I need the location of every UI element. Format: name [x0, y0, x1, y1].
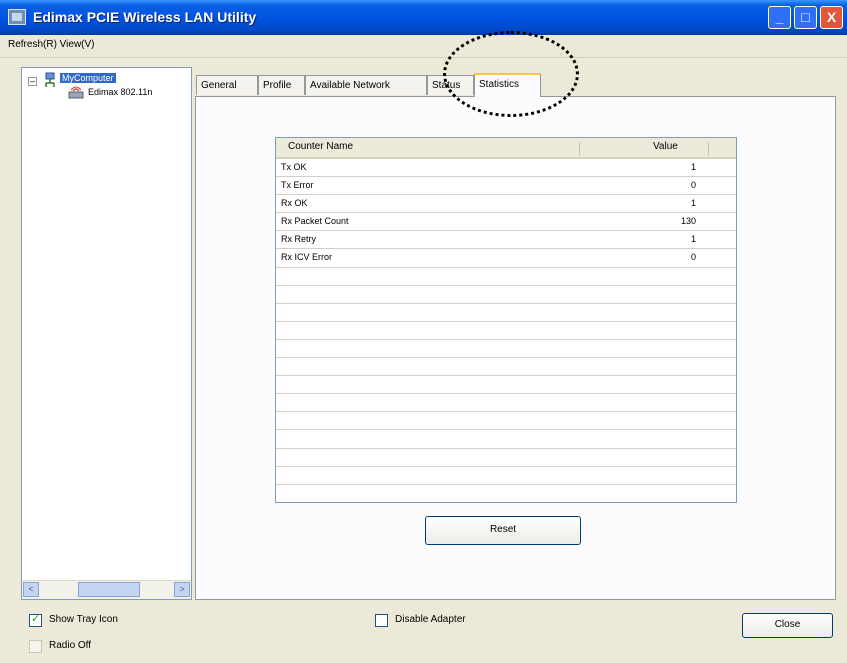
- column-divider[interactable]: [579, 142, 580, 155]
- tab-highlight-callout: [443, 31, 579, 117]
- menu-bar: Refresh(R) View(V): [0, 35, 847, 58]
- counter-name-cell: Rx ICV Error: [281, 252, 333, 263]
- table-row[interactable]: Rx ICV Error 0: [276, 249, 736, 268]
- table-row[interactable]: [276, 376, 736, 395]
- table-row[interactable]: [276, 430, 736, 449]
- counter-name-cell: Rx Retry: [281, 234, 317, 245]
- reset-button[interactable]: Reset: [425, 516, 581, 545]
- table-header: Counter Name Value: [276, 138, 736, 159]
- counter-name-cell: Tx Error: [281, 180, 314, 191]
- table-body: Tx OK 1 Tx Error 0 Rx OK 1 Rx Packet Count 130 R…: [276, 159, 736, 502]
- counter-value-cell: 1: [690, 162, 696, 172]
- table-row[interactable]: [276, 304, 736, 322]
- counter-value-cell: 0: [690, 252, 696, 263]
- close-button[interactable]: Close: [742, 613, 833, 638]
- scroll-right-button[interactable]: >: [174, 582, 190, 597]
- computer-network-icon: [45, 72, 55, 87]
- column-header-value[interactable]: Value: [653, 141, 678, 152]
- table-row[interactable]: [276, 467, 736, 485]
- table-row[interactable]: [276, 268, 736, 286]
- statistics-table[interactable]: Counter Name Value Tx OK 1 Tx Error 0 Rx OK 1…: [275, 137, 737, 503]
- table-row[interactable]: Rx OK 1: [276, 195, 736, 214]
- counter-value-cell: 130: [680, 216, 696, 227]
- table-row[interactable]: Tx OK 1: [276, 159, 736, 178]
- table-row[interactable]: [276, 412, 736, 431]
- tab-available-network[interactable]: Available Network: [305, 75, 427, 95]
- table-row[interactable]: [276, 286, 736, 304]
- minimize-button[interactable]: _: [768, 6, 791, 29]
- tab-general[interactable]: General: [196, 75, 258, 95]
- table-row[interactable]: [276, 485, 736, 502]
- column-header-counter-name[interactable]: Counter Name: [288, 141, 353, 152]
- title-bar[interactable]: Edimax PCIE Wireless LAN Utility _ □ X: [0, 0, 847, 35]
- show-tray-icon-label: Show Tray Icon: [49, 614, 118, 625]
- scroll-left-button[interactable]: <: [23, 582, 39, 597]
- tree-collapse-toggle[interactable]: –: [28, 77, 37, 86]
- table-row[interactable]: Rx Retry 1: [276, 231, 736, 250]
- tree-node-mycomputer[interactable]: MyComputer: [60, 73, 116, 83]
- counter-value-cell: 1: [690, 198, 696, 209]
- scroll-thumb[interactable]: [78, 582, 140, 597]
- tree-node-adapter[interactable]: Edimax 802.11n: [88, 87, 152, 97]
- counter-value-cell: 0: [690, 180, 696, 191]
- device-tree[interactable]: – MyComputer Edimax 802.11n < >: [21, 67, 192, 600]
- close-window-button[interactable]: X: [820, 6, 843, 29]
- maximize-button[interactable]: □: [794, 6, 817, 29]
- table-row[interactable]: [276, 340, 736, 359]
- counter-name-cell: Rx OK: [281, 198, 308, 209]
- column-divider[interactable]: [708, 142, 709, 155]
- radio-off-label: Radio Off: [49, 640, 92, 651]
- table-row[interactable]: Rx Packet Count 130: [276, 213, 736, 232]
- show-tray-icon-checkbox[interactable]: [29, 612, 42, 627]
- window-title: Edimax PCIE Wireless LAN Utility: [33, 9, 257, 25]
- counter-value-cell: 1: [690, 234, 696, 245]
- app-window: Edimax PCIE Wireless LAN Utility _ □ X R…: [0, 0, 847, 663]
- counter-name-cell: Rx Packet Count: [281, 216, 349, 227]
- tab-profile[interactable]: Profile: [258, 75, 305, 95]
- table-row[interactable]: Tx Error 0: [276, 177, 736, 196]
- counter-name-cell: Tx OK: [281, 162, 307, 172]
- tree-horizontal-scrollbar[interactable]: < >: [22, 580, 191, 599]
- wireless-adapter-icon: [68, 86, 84, 99]
- table-row[interactable]: [276, 358, 736, 377]
- menu-refresh-view[interactable]: Refresh(R) View(V): [8, 39, 95, 50]
- disable-adapter-checkbox[interactable]: [375, 614, 388, 627]
- table-row[interactable]: [276, 394, 736, 413]
- table-row[interactable]: [276, 322, 736, 340]
- app-icon: [8, 9, 26, 25]
- disable-adapter-label: Disable Adapter: [395, 614, 466, 625]
- radio-off-checkbox[interactable]: [29, 640, 42, 653]
- table-row[interactable]: [276, 449, 736, 467]
